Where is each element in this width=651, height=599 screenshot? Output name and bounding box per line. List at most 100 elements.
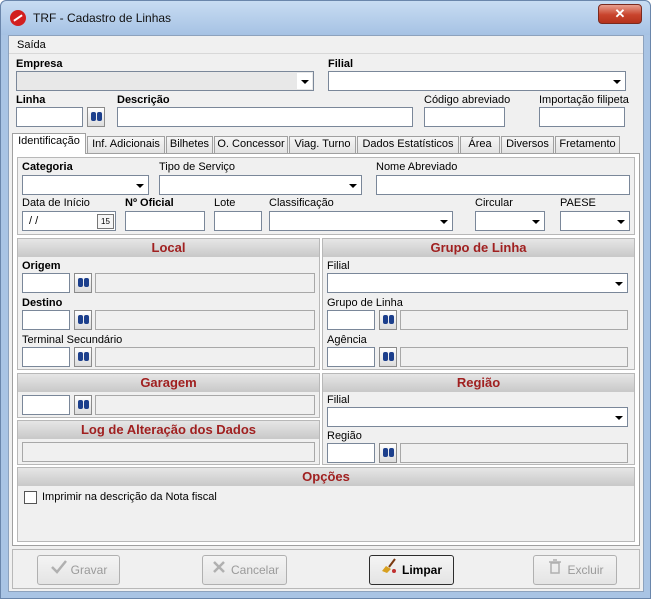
chevron-down-icon[interactable]: [132, 177, 147, 193]
tab-inf-adicionais[interactable]: Inf. Adicionais: [87, 136, 165, 153]
grupo-filial-label: Filial: [327, 260, 350, 272]
regiao-group: Região Filial Região: [322, 373, 635, 465]
destino-label: Destino: [22, 297, 63, 309]
chevron-down-icon[interactable]: [611, 275, 626, 291]
button-bar: Gravar Cancelar Limpar Excluir: [12, 549, 640, 589]
chevron-down-icon[interactable]: [611, 409, 626, 425]
linha-input[interactable]: [16, 107, 83, 127]
regiao-input[interactable]: [327, 443, 375, 463]
origem-description: [95, 273, 315, 293]
imprimir-checkbox[interactable]: [24, 491, 37, 504]
empresa-label: Empresa: [16, 58, 63, 70]
origem-label: Origem: [22, 260, 61, 272]
descricao-input[interactable]: [117, 107, 413, 127]
regiao-title: Região: [323, 374, 634, 392]
circular-select[interactable]: [475, 211, 545, 231]
tab-area[interactable]: Área: [460, 136, 500, 153]
paese-select[interactable]: [560, 211, 630, 231]
binoculars-icon[interactable]: [74, 310, 92, 330]
window-title: TRF - Cadastro de Linhas: [33, 11, 172, 25]
binoculars-icon[interactable]: [74, 395, 92, 415]
importacao-filipeta-label: Importação filipeta: [539, 94, 629, 106]
garagem-input[interactable]: [22, 395, 70, 415]
opcoes-title: Opções: [18, 468, 634, 486]
binoculars-icon[interactable]: [379, 310, 397, 330]
codigo-abreviado-label: Código abreviado: [424, 94, 511, 106]
log-title: Log de Alteração dos Dados: [18, 421, 319, 439]
log-group: Log de Alteração dos Dados: [17, 420, 320, 465]
origem-input[interactable]: [22, 273, 70, 293]
grupo-linha-input[interactable]: [327, 310, 375, 330]
chevron-down-icon[interactable]: [528, 213, 543, 229]
grupo-filial-select[interactable]: [327, 273, 628, 293]
tab-bilhetes[interactable]: Bilhetes: [166, 136, 213, 153]
descricao-label: Descrição: [117, 94, 170, 106]
excluir-label: Excluir: [567, 563, 604, 577]
lote-label: Lote: [214, 197, 236, 209]
nome-abreviado-input[interactable]: [376, 175, 630, 195]
binoculars-icon[interactable]: [87, 107, 105, 127]
categoria-label: Categoria: [22, 161, 73, 173]
garagem-title: Garagem: [18, 374, 319, 392]
checkmark-icon: [50, 556, 68, 584]
tab-diversos[interactable]: Diversos: [501, 136, 554, 153]
grupo-linha-label: Grupo de Linha: [327, 297, 403, 309]
broom-icon: [381, 556, 399, 584]
garagem-group: Garagem: [17, 373, 320, 418]
binoculars-icon[interactable]: [74, 347, 92, 367]
menu-item-saida[interactable]: Saída: [17, 39, 46, 51]
nome-abreviado-label: Nome Abreviado: [376, 161, 458, 173]
destino-description: [95, 310, 315, 330]
chevron-down-icon[interactable]: [297, 73, 312, 89]
tab-panel-identificacao: Categoria Tipo de Serviço Nome Abreviado…: [12, 153, 640, 546]
gravar-button[interactable]: Gravar: [37, 555, 120, 585]
cancelar-label: Cancelar: [230, 563, 280, 577]
chevron-down-icon[interactable]: [609, 73, 624, 89]
limpar-button[interactable]: Limpar: [369, 555, 454, 585]
destino-input[interactable]: [22, 310, 70, 330]
terminal-secundario-description: [95, 347, 315, 367]
grupo-linha-description: [400, 310, 628, 330]
tab-viag-turno[interactable]: Viag. Turno: [289, 136, 356, 153]
local-title: Local: [18, 239, 319, 257]
trash-icon: [546, 556, 564, 584]
identificacao-fields: Categoria Tipo de Serviço Nome Abreviado…: [17, 157, 635, 235]
categoria-select[interactable]: [22, 175, 149, 195]
data-inicio-input[interactable]: / / 15: [22, 211, 116, 231]
chevron-down-icon[interactable]: [436, 213, 451, 229]
terminal-secundario-label: Terminal Secundário: [22, 334, 123, 346]
chevron-down-icon[interactable]: [345, 177, 360, 193]
client-area: Saída Empresa Filial Linha Descrição Cód…: [8, 35, 644, 592]
tipo-servico-select[interactable]: [159, 175, 362, 195]
local-group: Local Origem Destino Terminal Secundário: [17, 238, 320, 370]
tab-fretamento[interactable]: Fretamento: [555, 136, 620, 153]
gravar-label: Gravar: [70, 563, 108, 577]
tab-dados-estatisticos[interactable]: Dados Estatísticos: [357, 136, 459, 153]
chevron-down-icon[interactable]: [613, 213, 628, 229]
lote-input[interactable]: [214, 211, 262, 231]
limpar-label: Limpar: [401, 563, 442, 577]
log-field: [22, 442, 315, 462]
terminal-secundario-input[interactable]: [22, 347, 70, 367]
binoculars-icon[interactable]: [379, 347, 397, 367]
binoculars-icon[interactable]: [74, 273, 92, 293]
agencia-input[interactable]: [327, 347, 375, 367]
importacao-filipeta-input[interactable]: [539, 107, 625, 127]
binoculars-icon[interactable]: [379, 443, 397, 463]
cancelar-button[interactable]: Cancelar: [202, 555, 287, 585]
empresa-select[interactable]: [16, 71, 314, 91]
excluir-button[interactable]: Excluir: [533, 555, 617, 585]
regiao-description: [400, 443, 628, 463]
tab-identificacao[interactable]: Identificação: [12, 133, 86, 154]
calendar-icon[interactable]: 15: [97, 214, 114, 229]
garagem-description: [95, 395, 315, 415]
classificacao-select[interactable]: [269, 211, 453, 231]
filial-select[interactable]: [328, 71, 626, 91]
app-logo-icon: [10, 10, 26, 26]
numero-oficial-input[interactable]: [125, 211, 205, 231]
regiao-filial-label: Filial: [327, 394, 350, 406]
codigo-abreviado-input[interactable]: [424, 107, 505, 127]
tab-o-concessor[interactable]: O. Concessor: [214, 136, 288, 153]
close-button[interactable]: ✕: [598, 4, 642, 24]
regiao-filial-select[interactable]: [327, 407, 628, 427]
